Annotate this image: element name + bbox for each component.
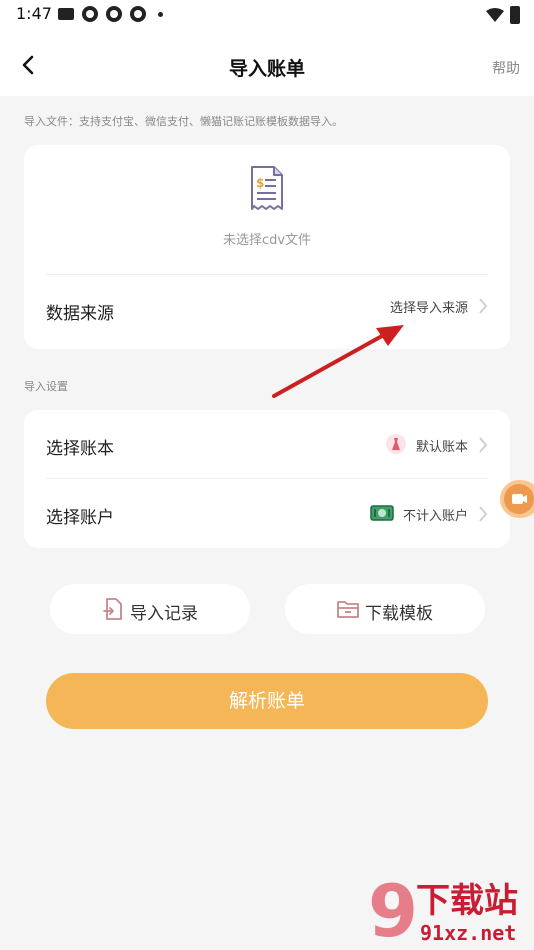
no-file-text: 未选择cdv文件	[222, 233, 312, 248]
divider	[46, 478, 488, 479]
status-bar: 1:47	[0, 0, 534, 30]
select-account-value: 不计入账户	[402, 509, 468, 524]
download-template-label: 下载模板	[365, 604, 433, 624]
select-account-row[interactable]: 选择账户 不计入账户	[24, 481, 510, 547]
more-notifications-icon	[158, 11, 163, 17]
nav-bar: 导入账单 帮助	[0, 30, 534, 96]
receipt-icon[interactable]: $	[244, 165, 290, 213]
import-file-icon	[103, 598, 122, 620]
svg-text:下载站: 下载站	[416, 881, 518, 921]
camera-icon	[58, 8, 74, 20]
video-icon	[504, 484, 534, 514]
app-notification-icon	[106, 6, 122, 22]
download-template-button[interactable]: 下载模板	[285, 584, 485, 634]
cash-icon	[370, 505, 394, 521]
data-source-value: 选择导入来源	[389, 301, 468, 316]
settings-card: 选择账本 默认账本 选择账户 不计入账户	[24, 410, 510, 548]
svg-text:91xz.net: 91xz.net	[420, 921, 516, 945]
chevron-right-icon	[479, 506, 488, 522]
select-account-label: 选择账户	[46, 508, 114, 528]
select-book-label: 选择账本	[46, 439, 114, 459]
svg-text:$: $	[256, 176, 264, 190]
watermark-logo: 9 下载站 91xz.net	[368, 869, 518, 950]
divider	[46, 274, 488, 275]
status-time: 1:47	[16, 4, 52, 23]
app-notification-icon	[130, 6, 146, 22]
folder-icon	[337, 601, 359, 618]
import-settings-label: 导入设置	[24, 380, 68, 393]
file-card: $ 未选择cdv文件 数据来源 选择导入来源	[24, 145, 510, 349]
chevron-right-icon	[479, 298, 488, 314]
data-source-row[interactable]: 数据来源 选择导入来源	[24, 277, 510, 343]
import-hint: 导入文件：支持支付宝、微信支付、懒猫记账记账模板数据导入。	[24, 115, 343, 128]
import-history-label: 导入记录	[130, 604, 198, 624]
select-book-row[interactable]: 选择账本 默认账本	[24, 412, 510, 478]
page-title: 导入账单	[228, 58, 305, 80]
floating-video-button[interactable]	[500, 480, 534, 518]
chevron-right-icon	[479, 437, 488, 453]
app-notification-icon	[82, 6, 98, 22]
select-book-value: 默认账本	[415, 440, 468, 455]
help-link[interactable]: 帮助	[492, 58, 520, 78]
parse-bill-button[interactable]: 解析账单	[46, 673, 488, 729]
svg-text:9: 9	[368, 869, 418, 950]
system-icons	[486, 6, 520, 24]
import-history-button[interactable]: 导入记录	[50, 584, 250, 634]
data-source-label: 数据来源	[46, 304, 114, 324]
wifi-icon	[486, 8, 504, 22]
battery-icon	[510, 6, 520, 24]
status-icons	[58, 6, 163, 22]
dress-icon	[386, 434, 406, 454]
